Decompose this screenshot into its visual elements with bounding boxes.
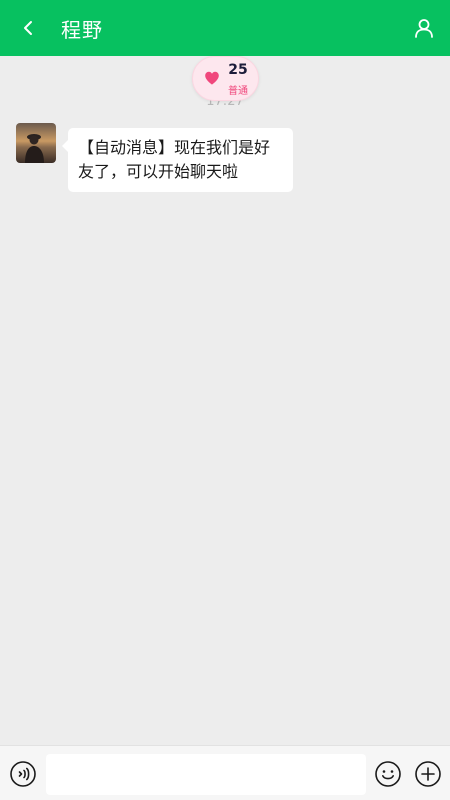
avatar[interactable] bbox=[16, 123, 56, 163]
voice-button[interactable] bbox=[9, 760, 37, 788]
chevron-left-icon bbox=[24, 21, 32, 35]
message-input[interactable] bbox=[46, 754, 366, 795]
back-button[interactable] bbox=[14, 14, 42, 42]
message-bubble[interactable]: 【自动消息】现在我们是好友了，可以开始聊天啦 bbox=[62, 128, 293, 192]
voice-icon bbox=[10, 761, 36, 787]
intimacy-badge[interactable]: 25 普通 bbox=[192, 56, 259, 101]
user-icon bbox=[415, 19, 433, 38]
input-bar bbox=[0, 745, 450, 800]
heart-icon bbox=[205, 71, 219, 85]
page-title: 程野 bbox=[61, 17, 103, 42]
chat-screen: 程野 17:27 25 普通 【自动消息】现在我们是好友了，可以开始聊天啦 bbox=[0, 0, 450, 800]
plus-icon bbox=[415, 761, 441, 787]
intimacy-level: 普通 bbox=[228, 86, 248, 97]
emoji-button[interactable] bbox=[374, 760, 402, 788]
intimacy-count: 25 bbox=[228, 62, 248, 78]
top-bar: 程野 bbox=[0, 0, 450, 56]
avatar-photo bbox=[16, 123, 56, 163]
profile-button[interactable] bbox=[410, 14, 438, 42]
emoji-icon bbox=[375, 761, 401, 787]
more-button[interactable] bbox=[414, 760, 442, 788]
